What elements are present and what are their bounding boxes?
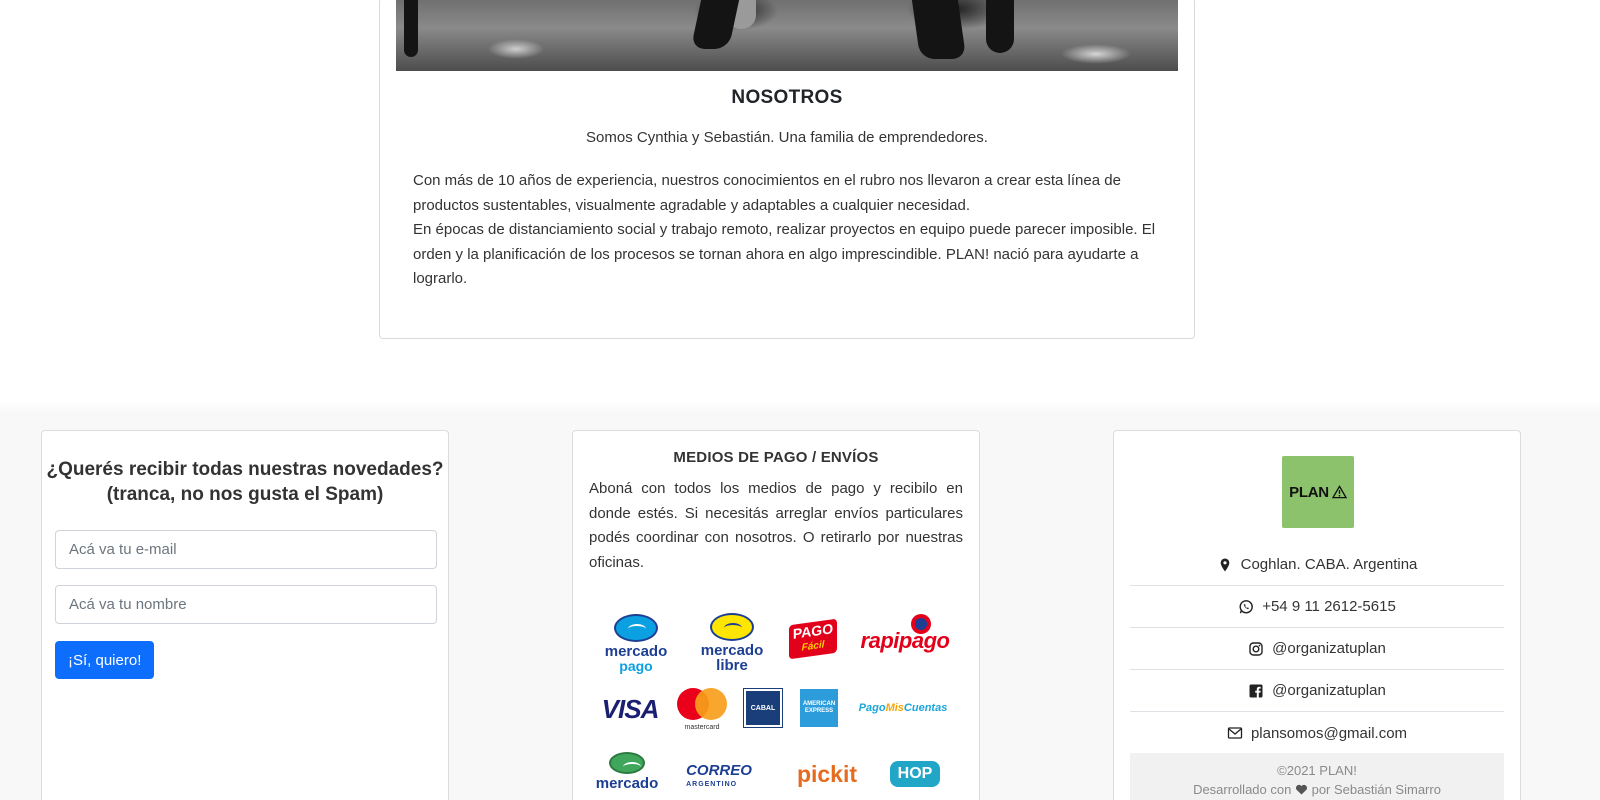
contact-card: PLAN Coghlan. CABA. Argentina +54 9 11 2… (1113, 430, 1521, 800)
contact-whatsapp[interactable]: +54 9 11 2612-5615 (1130, 586, 1504, 628)
pagofacil-logo: PAGO Fácil (785, 617, 841, 661)
contact-address: Coghlan. CABA. Argentina (1130, 544, 1504, 586)
about-lead: Somos Cynthia y Sebastián. Una familia d… (586, 129, 988, 146)
newsletter-title: ¿Querés recibir todas nuestras novedades… (42, 457, 448, 507)
page: NOSOTROS Somos Cynthia y Sebastián. Una … (0, 0, 1600, 800)
cabal-logo: CABAL (743, 687, 783, 729)
copyright-bar: ©2021 PLAN! Desarrollado con por Sebasti… (1130, 753, 1504, 800)
warning-icon (1331, 485, 1347, 499)
about-paragraph: Con más de 10 años de experiencia, nuest… (413, 172, 1121, 214)
payments-title: MEDIOS DE PAGO / ENVÍOS (673, 449, 879, 466)
subscribe-button[interactable]: ¡Sí, quiero! (55, 641, 155, 679)
contact-instagram[interactable]: @organizatuplan (1130, 628, 1504, 670)
contact-email[interactable]: plansomos@gmail.com (1130, 712, 1504, 754)
contact-list: Coghlan. CABA. Argentina +54 9 11 2612-5… (1130, 544, 1504, 754)
map-marker-icon (1217, 557, 1233, 573)
name-input[interactable] (55, 585, 437, 624)
correo-argentino-logo: CORREO ARGENTINO (686, 762, 752, 788)
heart-icon (1295, 784, 1308, 795)
pickit-logo: pickit (796, 760, 858, 787)
hop-logo: HOP (887, 759, 943, 789)
amex-logo: AMERICAN EXPRESS (799, 687, 839, 729)
hero-photo (396, 0, 1178, 71)
credit-text: Desarrollado con por Sebastián Simarro (1193, 782, 1441, 797)
instagram-icon (1248, 641, 1264, 657)
newsletter-title-line: ¿Querés recibir todas nuestras novedades… (46, 459, 444, 480)
email-input[interactable] (55, 530, 437, 569)
payments-card: MEDIOS DE PAGO / ENVÍOS Aboná con todos … (572, 430, 980, 800)
envelope-icon (1227, 725, 1243, 741)
plan-logo: PLAN (1282, 456, 1354, 528)
mercadopago-logo: mercado pago (601, 611, 671, 675)
about-title: NOSOTROS (731, 87, 843, 108)
visa-logo: VISA (601, 693, 660, 724)
whatsapp-icon (1238, 599, 1254, 615)
mercadolibre-logo: mercado libre (697, 611, 767, 675)
about-paragraph: En épocas de distanciamiento social y tr… (413, 221, 1156, 287)
rapipago-logo: rapipago (855, 614, 955, 659)
facebook-icon (1248, 683, 1264, 699)
newsletter-card: ¿Querés recibir todas nuestras novedades… (41, 430, 449, 800)
mastercard-logo: mastercard (673, 687, 731, 731)
newsletter-subtitle-line: (tranca, no nos gusta el Spam) (106, 484, 384, 505)
about-body: Con más de 10 años de experiencia, nuest… (413, 169, 1161, 292)
about-card: NOSOTROS Somos Cynthia y Sebastián. Una … (379, 0, 1195, 339)
pagomiscuentas-logo: PagoMisCuentas (858, 702, 948, 714)
mercadoenvios-logo: mercado (596, 749, 658, 793)
payments-text: Aboná con todos los medios de pago y rec… (589, 480, 963, 571)
contact-facebook[interactable]: @organizatuplan (1130, 670, 1504, 712)
copyright-text: ©2021 PLAN! (1277, 763, 1357, 778)
